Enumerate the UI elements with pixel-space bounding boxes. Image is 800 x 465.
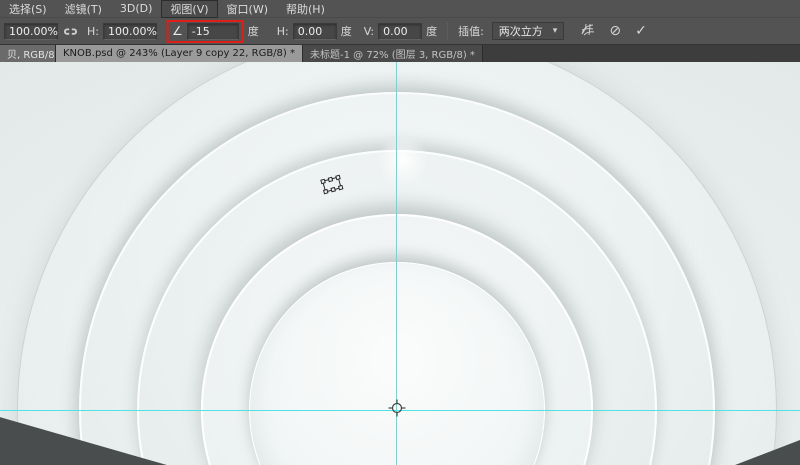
height-scale-field[interactable]: 100.00% [103,23,157,40]
menu-help[interactable]: 帮助(H) [277,0,334,18]
menu-window[interactable]: 窗口(W) [218,0,277,18]
rotation-highlight-box: ∠ -15 [167,20,244,43]
menu-bar: 选择(S) 滤镜(T) 3D(D) 视图(V) 窗口(W) 帮助(H) [0,0,800,18]
h-skew-unit-label: 度 [341,23,352,39]
transform-action-icons: ⊘ ✓ [580,23,646,39]
canvas-area[interactable] [0,62,800,465]
options-separator [447,22,448,40]
width-scale-field[interactable]: 100.00% [4,23,58,40]
h-skew-field[interactable]: 0.00 [293,23,337,40]
menu-filter[interactable]: 滤镜(T) [56,0,111,18]
transform-options-bar: 100.00% H: 100.00% ∠ -15 度 H: 0.00 度 V: … [0,18,800,45]
menu-select[interactable]: 选择(S) [0,0,56,18]
interpolation-dropdown[interactable]: 两次立方 ▾ [492,22,565,40]
document-tab-bar: 贝, RGB/8) * KNOB.psd @ 243% (Layer 9 cop… [0,45,800,62]
v-skew-label: V: [364,25,374,38]
v-skew-field[interactable]: 0.00 [378,23,422,40]
commit-transform-icon[interactable]: ✓ [635,24,647,38]
rotation-angle-field[interactable]: -15 [187,23,239,40]
menu-3d[interactable]: 3D(D) [111,1,162,16]
specular-highlight [374,137,432,183]
h-skew-label: H: [277,25,289,38]
maintain-aspect-link-icon[interactable] [63,26,78,37]
document-tab-partial[interactable]: 贝, RGB/8) * [0,45,56,62]
interpolation-value: 两次立方 [499,23,543,39]
chevron-down-icon: ▾ [553,26,558,36]
document-tab-untitled[interactable]: 未标题-1 @ 72% (图层 3, RGB/8) * [303,45,483,62]
transform-reference-point[interactable] [388,399,406,421]
document-tab-knob-active[interactable]: KNOB.psd @ 243% (Layer 9 copy 22, RGB/8)… [56,45,303,62]
cancel-transform-icon[interactable]: ⊘ [609,24,621,38]
angle-unit-label: 度 [248,23,259,39]
v-skew-unit-label: 度 [426,23,437,39]
interpolation-label: 插值: [458,23,484,39]
photoshop-window: 选择(S) 滤镜(T) 3D(D) 视图(V) 窗口(W) 帮助(H) 100.… [0,0,800,465]
warp-mode-icon[interactable] [580,23,595,39]
rotate-angle-icon: ∠ [172,24,183,38]
transform-cursor-icon [318,172,346,202]
menu-view[interactable]: 视图(V) [161,0,217,18]
height-scale-label: H: [87,25,99,38]
